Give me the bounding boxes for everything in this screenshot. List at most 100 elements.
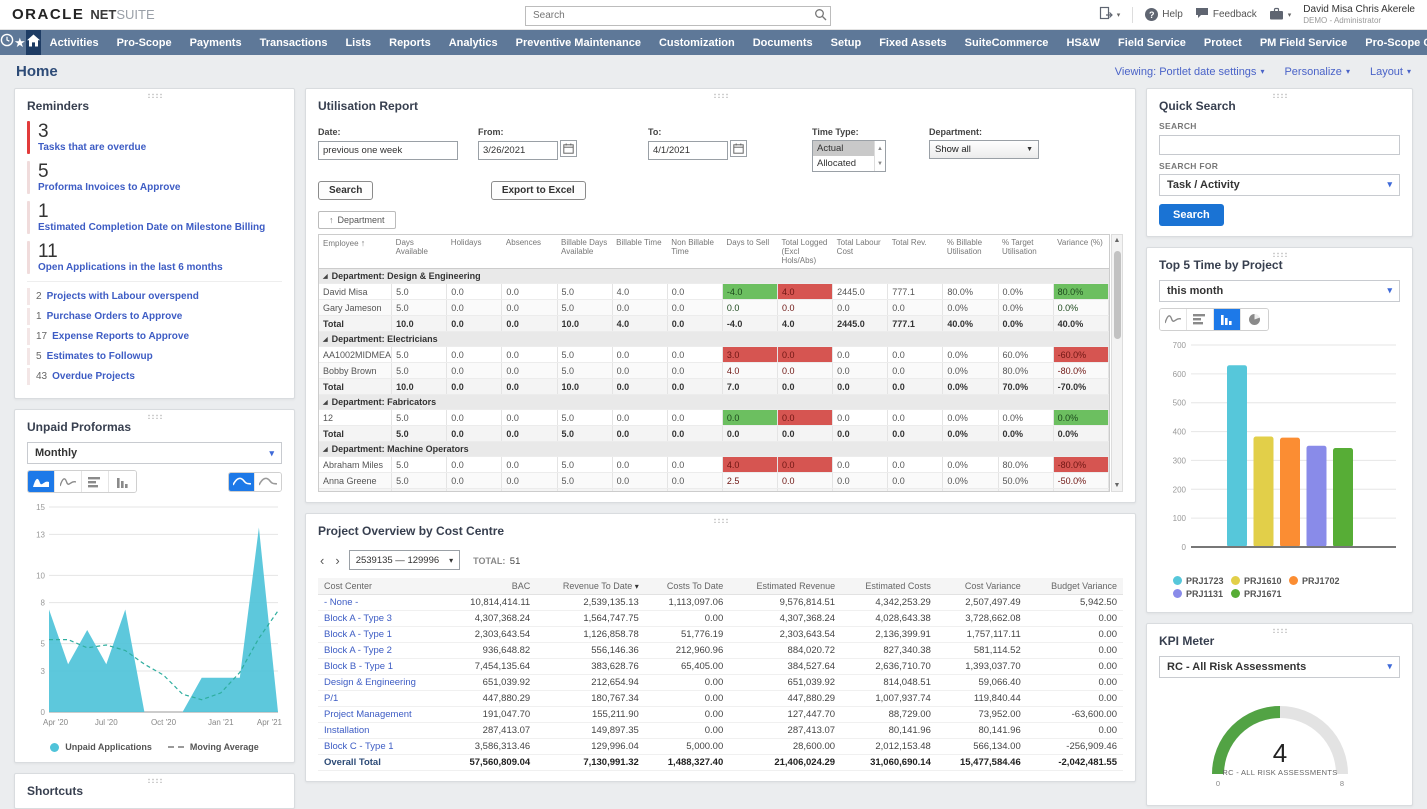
project-column-header[interactable]: Cost Variance <box>937 578 1027 595</box>
utilisation-column-header[interactable]: Total Logged (Excl Hols/Abs) <box>778 235 833 269</box>
nav-item-pm-field-service[interactable]: PM Field Service <box>1251 37 1356 49</box>
reminder-headline-item[interactable]: 1 Estimated Completion Date on Milestone… <box>27 201 282 234</box>
line-chart-button[interactable] <box>1160 309 1187 330</box>
shortcuts-menu[interactable]: ★ <box>14 30 26 55</box>
drag-handle[interactable] <box>147 93 163 98</box>
project-row[interactable]: Block A - Type 34,307,368.241,564,747.75… <box>318 611 1123 627</box>
utilisation-column-header[interactable]: Absences <box>502 235 557 269</box>
top5-bar-chart[interactable]: 0100200300400500600700 <box>1159 337 1400 574</box>
nav-item-activities[interactable]: Activities <box>41 37 108 49</box>
calendar-icon[interactable] <box>560 140 577 157</box>
calendar-icon[interactable] <box>730 140 747 157</box>
recent-records-menu[interactable] <box>0 30 14 55</box>
search-button[interactable]: Search <box>318 181 373 200</box>
scroll-down-icon[interactable]: ▼ <box>1114 482 1121 489</box>
create-new-menu[interactable]: ▾ <box>1099 6 1121 23</box>
to-date-input[interactable] <box>648 141 728 160</box>
utilisation-column-header[interactable]: Billable Days Available <box>557 235 612 269</box>
date-filter-input[interactable] <box>318 141 458 160</box>
nav-item-documents[interactable]: Documents <box>744 37 822 49</box>
project-row[interactable]: Installation287,413.07149,897.350.00287,… <box>318 723 1123 739</box>
nav-item-customization[interactable]: Customization <box>650 37 744 49</box>
viewing-portlet-date-settings[interactable]: Viewing: Portlet date settings▾ <box>1115 66 1265 78</box>
period-select[interactable]: this month▾ <box>1159 280 1400 302</box>
utilisation-column-header[interactable]: Billable Time <box>612 235 667 269</box>
utilisation-employee-row[interactable]: David Misa5.00.00.05.04.00.0-4.04.02445.… <box>319 284 1109 300</box>
department-select[interactable]: Show all▼ <box>929 140 1039 159</box>
reminder-list-item[interactable]: 43Overdue Projects <box>27 368 282 385</box>
horizontal-bar-chart-button[interactable] <box>1187 309 1214 330</box>
project-row[interactable]: Block C - Type 13,586,313.46129,996.045,… <box>318 739 1123 755</box>
project-row[interactable]: - None -10,814,414.112,539,135.131,113,0… <box>318 595 1123 611</box>
nav-item-reports[interactable]: Reports <box>380 37 440 49</box>
department-group-row[interactable]: ◢Department: Design & Engineering <box>319 269 1109 284</box>
utilisation-employee-row[interactable]: Gary Jameson5.00.00.05.00.00.00.00.00.00… <box>319 300 1109 316</box>
layout-menu[interactable]: Layout▾ <box>1370 66 1411 78</box>
reminder-headline-item[interactable]: 11 Open Applications in the last 6 month… <box>27 241 282 274</box>
nav-item-setup[interactable]: Setup <box>822 37 871 49</box>
global-search-input[interactable] <box>525 6 831 26</box>
horizontal-bar-chart-button[interactable] <box>82 471 109 492</box>
nav-item-preventive-maintenance[interactable]: Preventive Maintenance <box>507 37 650 49</box>
project-row[interactable]: Block A - Type 2936,648.82556,146.36212,… <box>318 643 1123 659</box>
utilisation-column-header[interactable]: Total Labour Cost <box>833 235 888 269</box>
user-info[interactable]: David Misa Chris Akerele DEMO - Administ… <box>1303 4 1415 25</box>
time-type-option[interactable]: Actual <box>813 141 874 156</box>
netsuite-logo[interactable]: ORACLE NETSUITE <box>12 6 155 24</box>
quick-search-button[interactable]: Search <box>1159 204 1224 226</box>
legend-item[interactable]: PRJ1131 <box>1173 589 1231 599</box>
unpaid-proformas-area-chart[interactable]: 0358101315Apr '20Jul '20Oct '20Jan '21Ap… <box>27 499 282 739</box>
department-group-row[interactable]: ◢Department: Fabricators <box>319 395 1109 410</box>
project-row[interactable]: P/1447,880.29180,767.340.00447,880.291,0… <box>318 691 1123 707</box>
area-chart-button[interactable] <box>28 471 55 492</box>
role-menu[interactable]: ▾ <box>1269 7 1292 23</box>
utilisation-column-header[interactable]: Employee ↑ <box>319 235 392 269</box>
drag-handle[interactable] <box>1272 252 1288 257</box>
export-to-excel-button[interactable]: Export to Excel <box>491 181 586 200</box>
project-column-header[interactable]: Cost Center <box>318 578 446 595</box>
utilisation-employee-row[interactable]: AA1002MIDMEA5.00.00.05.00.00.03.00.00.00… <box>319 347 1109 363</box>
line-chart-button[interactable] <box>55 471 82 492</box>
page-range-select[interactable]: 2539135 — 129996▾ <box>349 550 460 570</box>
drag-handle[interactable] <box>1272 93 1288 98</box>
reminder-list-item[interactable]: 2Projects with Labour overspend <box>27 288 282 305</box>
legend-item[interactable]: PRJ1610 <box>1231 576 1289 586</box>
help-menu[interactable]: ? Help <box>1145 8 1183 21</box>
drag-handle[interactable] <box>147 778 163 783</box>
drag-handle[interactable] <box>713 518 729 523</box>
quick-search-input[interactable] <box>1159 135 1400 155</box>
reminder-list-item[interactable]: 1Purchase Orders to Approve <box>27 308 282 325</box>
utilisation-column-header[interactable]: Days to Sell <box>722 235 777 269</box>
full-range-toggle-button[interactable] <box>229 473 255 491</box>
search-icon[interactable] <box>814 8 827 26</box>
nav-item-pro-scope[interactable]: Pro-Scope <box>108 37 181 49</box>
utilisation-employee-row[interactable]: Anna Greene5.00.00.05.00.00.02.50.00.00.… <box>319 473 1109 489</box>
utilisation-column-header[interactable]: Days Available <box>392 235 447 269</box>
scrollbar-thumb[interactable] <box>1114 251 1121 339</box>
drag-handle[interactable] <box>713 93 729 98</box>
reminder-list-item[interactable]: 17Expense Reports to Approve <box>27 328 282 345</box>
nav-item-payments[interactable]: Payments <box>181 37 251 49</box>
nav-item-pro-scope-cis[interactable]: Pro-Scope CIS <box>1356 37 1427 49</box>
recent-range-toggle-button[interactable] <box>255 473 281 491</box>
utilisation-column-header[interactable]: Total Rev. <box>888 235 943 269</box>
project-column-header[interactable]: Budget Variance <box>1027 578 1123 595</box>
from-date-input[interactable] <box>478 141 558 160</box>
drag-handle[interactable] <box>147 414 163 419</box>
project-column-header[interactable]: Revenue To Date ▾ <box>536 578 645 595</box>
utilisation-employee-row[interactable]: 125.00.00.05.00.00.00.00.00.00.00.0%0.0%… <box>319 410 1109 426</box>
project-row[interactable]: Block A - Type 12,303,643.541,126,858.78… <box>318 627 1123 643</box>
nav-item-transactions[interactable]: Transactions <box>251 37 337 49</box>
vertical-bar-chart-button[interactable] <box>109 471 136 492</box>
pie-chart-button[interactable] <box>1241 309 1268 330</box>
period-select[interactable]: Monthly▾ <box>27 442 282 464</box>
feedback-menu[interactable]: Feedback <box>1195 7 1257 22</box>
utilisation-column-header[interactable]: Holidays <box>447 235 502 269</box>
project-row[interactable]: Block B - Type 17,454,135.64383,628.7665… <box>318 659 1123 675</box>
nav-item-lists[interactable]: Lists <box>336 37 380 49</box>
nav-item-protect[interactable]: Protect <box>1195 37 1251 49</box>
group-by-department-button[interactable]: ↑Department <box>318 211 396 229</box>
reminder-headline-item[interactable]: 3 Tasks that are overdue <box>27 121 282 154</box>
kpi-metric-select[interactable]: RC - All Risk Assessments▾ <box>1159 656 1400 678</box>
reminder-headline-item[interactable]: 5 Proforma Invoices to Approve <box>27 161 282 194</box>
